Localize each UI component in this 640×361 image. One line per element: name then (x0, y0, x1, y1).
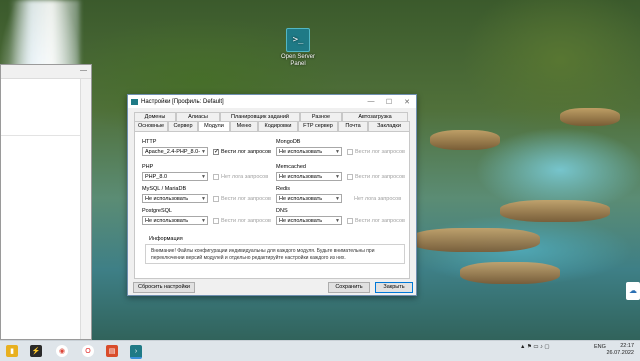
tab-bookmarks[interactable]: Закладки (368, 121, 410, 131)
dns-log-checkbox[interactable] (347, 217, 353, 224)
memcached-log-checkbox[interactable] (347, 173, 353, 180)
chevron-down-icon: ▼ (201, 196, 206, 202)
mysql-select[interactable]: Не использовать ▼ (142, 194, 208, 203)
checkbox-label: Вести лог запросов (355, 173, 405, 180)
checkbox-label: Вести лог запросов (221, 195, 271, 202)
checkbox-label: Вести лог запросов (221, 148, 271, 155)
language-indicator[interactable]: ENG (594, 344, 606, 350)
module-label: PHP (142, 164, 154, 170)
tab-mail[interactable]: Почта (338, 121, 368, 131)
memcached-select[interactable]: Не использовать ▼ (276, 172, 342, 181)
module-redis: Redis Не использовать ▼ Нет лога запросов (276, 186, 401, 203)
chevron-down-icon: ▼ (201, 218, 206, 224)
background-window[interactable]: — (0, 64, 92, 340)
close-button[interactable]: ✕ (398, 98, 416, 106)
desktop-icon-label: Open Server Panel (280, 54, 316, 67)
module-label: MySQL / MariaDB (142, 186, 187, 192)
module-label: PostgreSQL (142, 208, 172, 214)
tab-encodings[interactable]: Кодировки (258, 121, 298, 131)
module-dns: DNS Не использовать ▼ Вести лог запросов (276, 208, 405, 225)
postgresql-log-checkbox[interactable] (213, 217, 219, 224)
http-log-checkbox[interactable]: ✓ (213, 148, 219, 155)
tray-icons[interactable]: ▲ ⚑ ▭ ♪ ▢ (520, 344, 550, 350)
module-label: Memcached (276, 164, 306, 170)
tab-server[interactable]: Сервер (168, 121, 198, 131)
terminal-icon: >_ (286, 28, 310, 52)
background-window-titlebar[interactable]: — (1, 65, 91, 79)
browser-icon[interactable]: ◉ (56, 345, 68, 357)
chevron-down-icon: ▼ (335, 174, 340, 180)
module-memcached: Memcached Не использовать ▼ Вести лог зап… (276, 164, 405, 181)
module-label: DNS (276, 208, 288, 214)
desktop-icon-open-server[interactable]: >_ Open Server Panel (276, 28, 320, 68)
checkbox-label: Вести лог запросов (355, 217, 405, 224)
settings-window: Настройки [Профиль: Default] — ☐ ✕ Домен… (127, 94, 417, 296)
cloud-widget-icon[interactable]: ☁ (626, 282, 640, 300)
window-title: Настройки [Профиль: Default] (141, 98, 224, 105)
rock (500, 200, 610, 222)
taskbar: ▮ ⚡ ◉ O ▤ › ▲ ⚑ ▭ ♪ ▢ ENG 22:17 26.07.20… (0, 340, 640, 361)
dns-select[interactable]: Не использовать ▼ (276, 216, 342, 225)
rock (460, 262, 560, 284)
mongodb-select[interactable]: Не использовать ▼ (276, 147, 342, 156)
info-title: Информация (149, 236, 183, 242)
close-dialog-button[interactable]: Закрыть (375, 282, 413, 293)
background-window-toolbar (1, 79, 91, 136)
mongodb-log-checkbox[interactable] (347, 148, 353, 155)
module-label: MongoDB (276, 139, 301, 145)
chevron-down-icon: ▼ (335, 149, 340, 155)
chevron-down-icon: ▼ (201, 174, 206, 180)
app-icon[interactable]: ▤ (106, 345, 118, 357)
module-mongodb: MongoDB Не использовать ▼ Вести лог запро… (276, 139, 405, 156)
info-text: Внимание! Файлы конфигурации индивидуаль… (145, 244, 405, 264)
chevron-down-icon: ▼ (201, 149, 206, 155)
maximize-button[interactable]: ☐ (380, 98, 398, 106)
checkbox-label: Нет лога запросов (354, 195, 402, 202)
checkbox-label: Вести лог запросов (221, 217, 271, 224)
module-mysql: MySQL / MariaDB Не использовать ▼ Вести л… (142, 186, 271, 203)
tab-basic[interactable]: Основные (134, 121, 168, 131)
terminal-icon[interactable]: › (130, 345, 142, 359)
app-icon[interactable]: ▮ (6, 345, 18, 357)
module-label: HTTP (142, 139, 157, 145)
rock (410, 228, 540, 252)
minimize-button[interactable]: — (362, 98, 380, 105)
module-postgresql: PostgreSQL Не использовать ▼ Вести лог за… (142, 208, 271, 225)
checkbox-label: Нет лога запросов (221, 173, 269, 180)
mysql-log-checkbox[interactable] (213, 195, 219, 202)
clock[interactable]: 22:17 26.07.2022 (606, 343, 634, 357)
redis-select[interactable]: Не использовать ▼ (276, 194, 342, 203)
tab-menu[interactable]: Меню (230, 121, 258, 131)
tab-ftp-server[interactable]: FTP сервер (298, 121, 338, 131)
module-http: HTTP Apache_2.4-PHP_8.0- ▼ ✓ Вести лог за… (142, 139, 271, 156)
postgresql-select[interactable]: Не использовать ▼ (142, 216, 208, 225)
module-label: Redis (276, 186, 291, 192)
minimize-icon[interactable]: — (80, 67, 87, 74)
reset-settings-button[interactable]: Сбросить настройки (133, 282, 195, 293)
scrollbar[interactable] (80, 79, 91, 339)
app-icon (131, 98, 138, 105)
module-php: PHP PHP_8.0 ▼ Нет лога запросов (142, 164, 268, 181)
php-log-checkbox[interactable] (213, 173, 219, 180)
opera-icon[interactable]: O (82, 345, 94, 357)
rock (430, 130, 500, 150)
chevron-down-icon: ▼ (335, 196, 340, 202)
app-icon[interactable]: ⚡ (30, 345, 42, 357)
clock-time: 22:17 (620, 343, 634, 349)
php-select[interactable]: PHP_8.0 ▼ (142, 172, 208, 181)
clock-date: 26.07.2022 (606, 350, 634, 356)
chevron-down-icon: ▼ (335, 218, 340, 224)
rock (560, 108, 620, 126)
modules-panel: HTTP Apache_2.4-PHP_8.0- ▼ ✓ Вести лог за… (134, 131, 410, 279)
checkbox-label: Вести лог запросов (355, 148, 405, 155)
save-button[interactable]: Сохранить (328, 282, 370, 293)
tabs-row-2: Основные Сервер Модули Меню Кодировки FT… (134, 121, 410, 132)
window-titlebar[interactable]: Настройки [Профиль: Default] — ☐ ✕ (128, 95, 416, 108)
http-select[interactable]: Apache_2.4-PHP_8.0- ▼ (142, 147, 208, 156)
info-section: Информация Внимание! Файлы конфигурации … (145, 236, 405, 266)
